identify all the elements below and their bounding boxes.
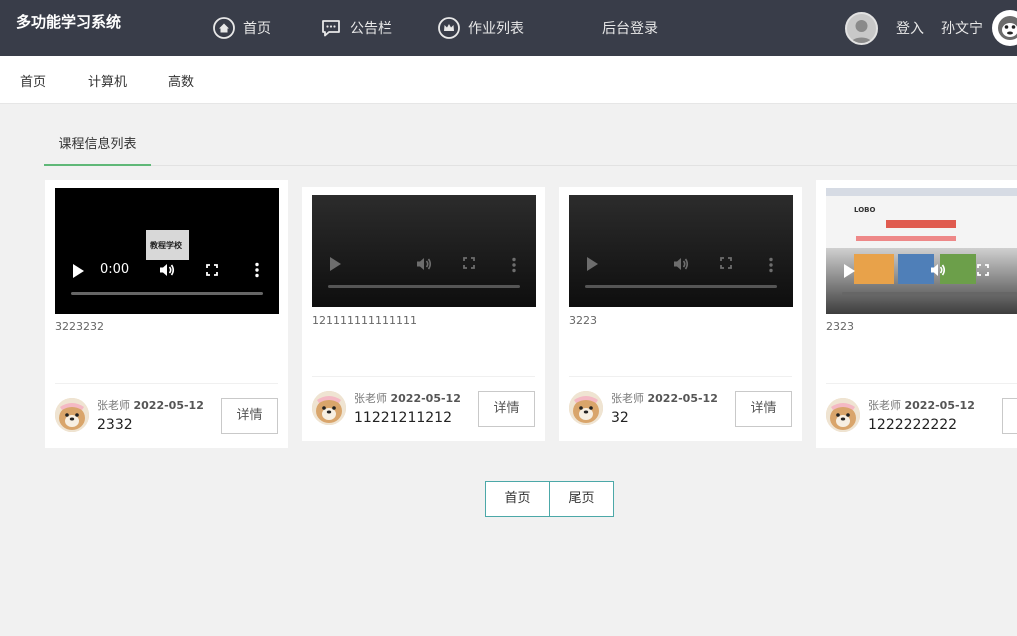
teacher-avatar — [569, 391, 603, 425]
card-description: 3223 — [569, 314, 597, 327]
more-options-icon[interactable] — [512, 257, 516, 273]
teacher-info: 张老师 2022-05-12 — [868, 397, 975, 413]
volume-icon[interactable] — [673, 257, 689, 271]
teacher-name: 张老师 — [611, 392, 644, 405]
video-time: 0:00 — [100, 262, 130, 277]
course-title: 1222222222 — [868, 417, 958, 433]
user-name[interactable]: 孙文宁 — [941, 18, 983, 38]
teacher-avatar — [55, 398, 89, 432]
teacher-avatar — [312, 391, 346, 425]
card-description: 121111111111111 — [312, 314, 417, 327]
last-page-button[interactable]: 尾页 — [549, 481, 614, 517]
teacher-info: 张老师 2022-05-12 — [354, 390, 461, 406]
publish-date: 2022-05-12 — [133, 399, 204, 412]
crown-icon — [438, 17, 460, 39]
fullscreen-icon[interactable] — [977, 264, 989, 276]
section-tab-bar: 课程信息列表 — [44, 126, 1017, 166]
teacher-name: 张老师 — [354, 392, 387, 405]
course-card: LOBO 2323 张老师 2022-05-12 1222222222 详情 — [816, 180, 1017, 448]
publish-date: 2022-05-12 — [647, 392, 718, 405]
nav-homework-label: 作业列表 — [468, 21, 524, 37]
video-progress-bar[interactable] — [328, 285, 520, 288]
course-card: 121111111111111 张老师 2022-05-12 112212112… — [302, 187, 545, 441]
home-icon — [213, 17, 235, 39]
pagination: 首页 尾页 — [485, 481, 614, 517]
course-title: 11221211212 — [354, 410, 452, 426]
publish-date: 2022-05-12 — [390, 392, 461, 405]
user-avatar[interactable] — [845, 12, 878, 45]
category-home[interactable]: 首页 — [20, 71, 46, 90]
more-options-icon[interactable] — [255, 262, 259, 278]
video-player[interactable] — [312, 195, 536, 307]
login-link[interactable]: 登入 — [896, 18, 924, 38]
category-nav: 首页 计算机 高数 — [0, 56, 1017, 104]
play-icon[interactable] — [587, 257, 598, 271]
course-title: 2332 — [97, 417, 133, 433]
fullscreen-icon[interactable] — [206, 264, 218, 276]
nav-admin-label: 后台登录 — [602, 21, 658, 37]
play-icon[interactable] — [330, 257, 341, 271]
card-footer: 张老师 2022-05-12 32 详情 — [569, 376, 792, 436]
user-silhouette-icon — [850, 20, 873, 43]
teacher-name: 张老师 — [97, 399, 130, 412]
nav-notice-board[interactable]: 公告栏 — [320, 17, 392, 39]
publish-date: 2022-05-12 — [904, 399, 975, 412]
video-progress-bar[interactable] — [842, 292, 1017, 295]
nav-notice-label: 公告栏 — [350, 21, 392, 37]
app-title: 多功能学习系统 — [16, 13, 122, 31]
category-computer[interactable]: 计算机 — [88, 71, 127, 90]
card-description: 2323 — [826, 320, 854, 333]
course-card: 教程学校 0:00 3223232 张老师 2022-05-12 2332 详情 — [45, 180, 288, 448]
card-footer: 张老师 2022-05-12 11221211212 详情 — [312, 376, 535, 436]
category-math[interactable]: 高数 — [168, 71, 194, 90]
detail-button[interactable]: 详情 — [221, 398, 278, 434]
first-page-button[interactable]: 首页 — [485, 481, 550, 517]
detail-button[interactable]: 详情 — [735, 391, 792, 427]
video-player[interactable]: LOBO — [826, 188, 1017, 314]
video-player[interactable] — [569, 195, 793, 307]
nav-admin-login[interactable]: 后台登录 — [602, 17, 658, 39]
video-progress-bar[interactable] — [71, 292, 263, 295]
teacher-name: 张老师 — [868, 399, 901, 412]
more-options-icon[interactable] — [769, 257, 773, 273]
video-progress-bar[interactable] — [585, 285, 777, 288]
monkey-avatar-icon[interactable] — [992, 10, 1017, 46]
video-player[interactable]: 教程学校 0:00 — [55, 188, 279, 314]
volume-icon[interactable] — [159, 263, 175, 277]
chat-bubble-icon — [320, 17, 342, 39]
course-card: 3223 张老师 2022-05-12 32 详情 — [559, 187, 802, 441]
nav-home-label: 首页 — [243, 21, 271, 37]
card-description: 3223232 — [55, 320, 104, 333]
top-header: 多功能学习系统 首页 公告栏 作业列表 后台登录 登入 孙文宁 — [0, 0, 1017, 56]
card-footer: 张老师 2022-05-12 1222222222 详情 — [826, 383, 1017, 443]
play-icon[interactable] — [844, 264, 855, 278]
fullscreen-icon[interactable] — [720, 257, 732, 269]
course-title: 32 — [611, 410, 629, 426]
nav-homework-list[interactable]: 作业列表 — [438, 17, 524, 39]
volume-icon[interactable] — [416, 257, 432, 271]
play-icon[interactable] — [73, 264, 84, 278]
tab-course-list[interactable]: 课程信息列表 — [44, 126, 151, 166]
volume-icon[interactable] — [930, 263, 946, 277]
detail-button[interactable]: 详情 — [478, 391, 535, 427]
card-footer: 张老师 2022-05-12 2332 详情 — [55, 383, 278, 443]
teacher-avatar — [826, 398, 860, 432]
nav-home[interactable]: 首页 — [213, 17, 271, 39]
detail-button[interactable]: 详情 — [1002, 398, 1017, 434]
teacher-info: 张老师 2022-05-12 — [611, 390, 718, 406]
fullscreen-icon[interactable] — [463, 257, 475, 269]
teacher-info: 张老师 2022-05-12 — [97, 397, 204, 413]
